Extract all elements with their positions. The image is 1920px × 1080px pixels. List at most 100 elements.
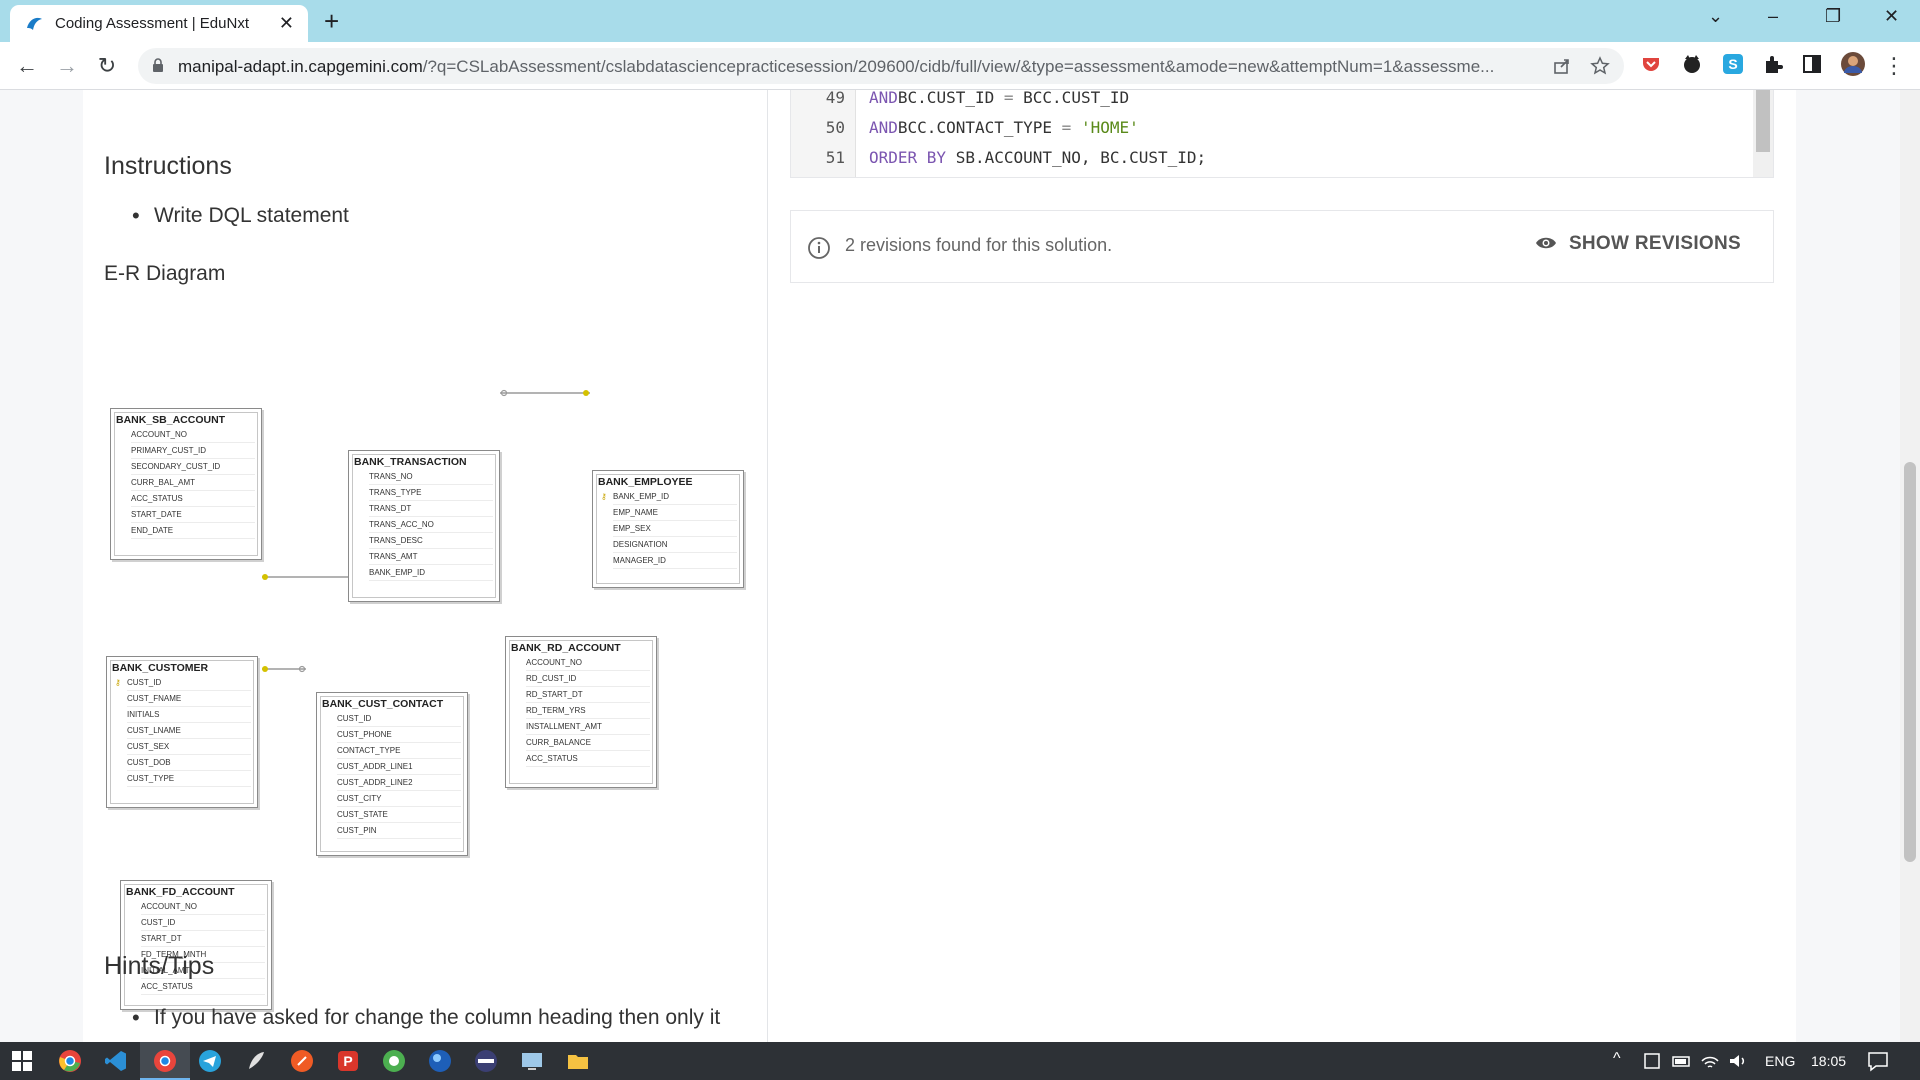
restore-button[interactable]: ❐ [1825,6,1841,27]
er-entity-name: BANK_RD_ACCOUNT [511,642,621,654]
hints-heading: Hints/Tips [104,952,215,980]
profile-avatar[interactable] [1840,51,1866,77]
er-column: EMP_SEX [613,521,737,537]
code-token: AND [869,90,898,107]
er-entity-columns: TRANS_NO TRANS_TYPE TRANS_DT TRANS_ACC_NO TR… [369,469,493,581]
app-p-icon[interactable]: P [336,1049,360,1073]
forward-button[interactable]: → [53,52,81,80]
er-column: MANAGER_ID [613,553,737,569]
telegram-icon[interactable] [198,1049,222,1073]
er-column: INITIALS [127,707,251,723]
vscode-icon[interactable] [104,1049,128,1073]
er-column: END_DATE [131,523,255,539]
er-entity-name: BANK_FD_ACCOUNT [126,886,235,898]
browser-menu-icon[interactable]: ⋮ [1880,52,1908,80]
er-column: TRANS_TYPE [369,485,493,501]
app-monitor-icon[interactable] [520,1049,544,1073]
tray-device-icon[interactable] [1643,1049,1661,1073]
editor-scrollbar[interactable] [1753,90,1773,177]
er-diagram-label: E-R Diagram [104,262,226,285]
volume-icon[interactable] [1728,1049,1748,1073]
er-column: CUST_PHONE [337,727,461,743]
address-bar[interactable]: manipal-adapt.in.capgemini.com/?q=CSLabA… [138,48,1624,84]
er-column: CUST_FNAME [127,691,251,707]
er-entity-bank-employee: BANK_EMPLOYEE BANK_EMP_ID EMP_NAME EMP_SEX D… [592,470,744,588]
active-chrome-taskbar-item[interactable] [140,1042,190,1080]
er-entity-name: BANK_CUSTOMER [112,662,209,674]
minimize-button[interactable]: – [1768,6,1778,27]
edunxt-favicon-icon [27,17,42,30]
notifications-icon[interactable] [1866,1049,1890,1073]
er-entity-name: BANK_SB_ACCOUNT [116,414,226,426]
er-column: CUST_ADDR_LINE1 [337,759,461,775]
page-scrollbar-thumb[interactable] [1904,462,1916,862]
windows-start-icon[interactable] [10,1049,34,1073]
extension-s-icon[interactable]: S [1722,53,1744,75]
code-token: 'HOME' [1080,118,1139,137]
er-entity-columns: CUST_ID CUST_PHONE CONTACT_TYPE CUST_ADDR_L… [337,711,461,839]
er-column: CUST_CITY [337,791,461,807]
side-panel-icon[interactable] [1801,53,1823,75]
page-scrollbar[interactable] [1900,90,1920,1042]
back-button[interactable]: ← [13,52,41,80]
er-entity-bank-cust-contact: BANK_CUST_CONTACT CUST_ID CUST_PHONE CONTAC… [316,692,468,856]
tab-search-chevron-icon[interactable]: ⌄ [1708,6,1723,27]
app-blue-orb-icon[interactable] [428,1049,452,1073]
extensions-puzzle-icon[interactable] [1762,53,1784,75]
close-tab-icon[interactable]: ✕ [279,13,294,34]
app-feather-icon[interactable] [244,1049,268,1073]
er-column: DESIGNATION [613,537,737,553]
chrome-icon[interactable] [58,1049,82,1073]
line-number-gutter: 49 50 51 [791,90,856,177]
bookmark-star-icon[interactable] [1590,56,1610,76]
wifi-icon[interactable] [1700,1049,1720,1073]
er-column: TRANS_AMT [369,549,493,565]
svg-text:P: P [343,1053,352,1069]
er-column: CUST_STATE [337,807,461,823]
tray-chevron-icon[interactable]: ^ [1613,1050,1621,1068]
code-line: ANDBC.CUST_ID = BCC.CUST_ID [869,90,1129,107]
page-content: Instructions Write DQL statement E-R Dia… [0,90,1920,1042]
show-revisions-button[interactable]: SHOW REVISIONS [1535,233,1741,255]
er-diagram: BANK_SB_ACCOUNT ACCOUNT_NO PRIMARY_CUST_ID… [100,316,760,1010]
eye-icon [1535,237,1556,249]
line-number: 51 [825,148,845,167]
er-column: CURR_BAL_AMT [131,475,255,491]
tab-coding-assessment[interactable]: Coding Assessment | EduNxt ✕ [10,5,308,42]
reload-button[interactable]: ↻ [93,52,121,80]
app-bar-icon[interactable] [474,1049,498,1073]
editor-scrollbar-thumb[interactable] [1756,90,1770,152]
pocket-extension-icon[interactable] [1640,53,1662,75]
code-editor[interactable]: 49 50 51 ANDBC.CUST_ID = BCC.CUST_ID ANDBCC… [790,90,1774,178]
er-column: ACC_STATUS [141,979,265,995]
primary-key-icon: ⚷ [115,678,121,687]
tab-strip: Coding Assessment | EduNxt ✕ + ⌄ – ❐ ✕ [0,0,1920,42]
extension-cat-icon[interactable] [1681,53,1703,75]
file-explorer-icon[interactable] [566,1049,590,1073]
er-entity-columns: CUST_ID CUST_FNAME INITIALS CUST_LNAME CUST_… [127,675,251,787]
er-column: RD_TERM_YRS [526,703,650,719]
tab-title: Coding Assessment | EduNxt [55,15,249,32]
revisions-text: 2 revisions found for this solution. [845,235,1113,255]
er-column: CUST_ID [127,675,251,691]
er-column: BANK_EMP_ID [613,489,737,505]
er-column: EMP_NAME [613,505,737,521]
code-token: = [1061,118,1072,137]
battery-icon[interactable] [1672,1049,1692,1073]
er-column: BANK_EMP_ID [369,565,493,581]
language-indicator[interactable]: ENG [1765,1053,1795,1069]
code-token: BC.CUST_ID [897,90,1004,107]
er-entity-name: BANK_CUST_CONTACT [322,698,444,710]
close-window-button[interactable]: ✕ [1884,6,1899,27]
share-icon[interactable] [1552,56,1572,76]
er-column: CUST_ID [141,915,265,931]
postman-icon[interactable] [290,1049,314,1073]
er-column: CUST_DOB [127,755,251,771]
clock-time[interactable]: 18:05 [1811,1053,1846,1069]
app-green-icon[interactable] [382,1049,406,1073]
er-entity-name: BANK_EMPLOYEE [598,476,693,488]
er-entity-bank-sb-account: BANK_SB_ACCOUNT ACCOUNT_NO PRIMARY_CUST_ID… [110,408,262,560]
url-host: manipal-adapt.in.capgemini.com [178,57,423,76]
new-tab-button[interactable]: + [324,6,339,37]
er-column: CURR_BALANCE [526,735,650,751]
